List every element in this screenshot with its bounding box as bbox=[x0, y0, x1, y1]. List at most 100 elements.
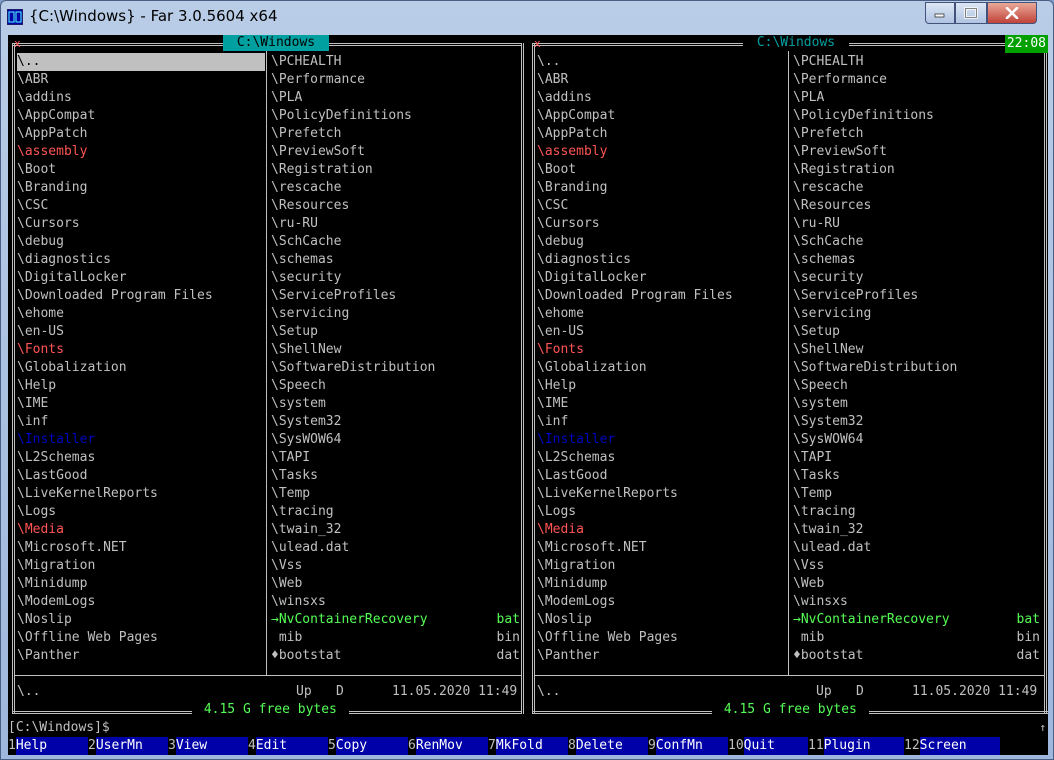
file-list-item[interactable]: \Vss bbox=[793, 557, 1043, 575]
file-list-item[interactable]: \L2Schemas bbox=[537, 449, 787, 467]
file-list-item[interactable]: \Cursors bbox=[17, 215, 265, 233]
file-list-item[interactable]: \ShellNew bbox=[271, 341, 521, 359]
right-panel-path[interactable]: C:\Windows bbox=[743, 35, 849, 51]
file-list-item[interactable]: \tracing bbox=[793, 503, 1043, 521]
file-list-item[interactable]: \Speech bbox=[793, 377, 1043, 395]
file-list-item[interactable]: \schemas bbox=[271, 251, 521, 269]
file-list-item[interactable]: \tracing bbox=[271, 503, 521, 521]
file-list-item[interactable]: \Logs bbox=[537, 503, 787, 521]
file-list-item[interactable]: \Branding bbox=[537, 179, 787, 197]
file-list-item[interactable]: \addins bbox=[17, 89, 265, 107]
file-list-item[interactable]: \Fonts bbox=[17, 341, 265, 359]
file-list-item[interactable]: \IME bbox=[17, 395, 265, 413]
file-list-item[interactable]: \PCHEALTH bbox=[271, 53, 521, 71]
file-list-item[interactable]: \PLA bbox=[793, 89, 1043, 107]
file-list-item[interactable]: ♦bootstat bbox=[793, 647, 1043, 665]
file-list-item[interactable]: \Panther bbox=[17, 647, 265, 665]
file-list-item[interactable]: \debug bbox=[537, 233, 787, 251]
file-list-item[interactable]: \Tasks bbox=[793, 467, 1043, 485]
maximize-button[interactable] bbox=[955, 2, 987, 24]
file-list-item[interactable]: \twain_32 bbox=[271, 521, 521, 539]
left-panel-close-box[interactable]: x bbox=[14, 38, 21, 49]
file-list-item[interactable]: \Web bbox=[793, 575, 1043, 593]
file-list-item[interactable]: \Minidump bbox=[537, 575, 787, 593]
title-bar[interactable]: {C:\Windows} - Far 3.0.5604 x64 bbox=[1, 1, 1053, 33]
file-list-item[interactable]: \en-US bbox=[17, 323, 265, 341]
file-list-item[interactable]: \TAPI bbox=[271, 449, 521, 467]
file-list-item[interactable]: \SoftwareDistribution bbox=[793, 359, 1043, 377]
file-list-item[interactable]: \Microsoft.NET bbox=[537, 539, 787, 557]
file-list-item[interactable]: \AppCompat bbox=[17, 107, 265, 125]
file-list-item[interactable]: \SoftwareDistribution bbox=[271, 359, 521, 377]
fkey-usermn[interactable]: 2 UserMn bbox=[88, 737, 168, 755]
file-list-item[interactable]: \Performance bbox=[271, 71, 521, 89]
fkey-view[interactable]: 3 View bbox=[168, 737, 248, 755]
file-list-item[interactable]: \LastGood bbox=[17, 467, 265, 485]
file-list-item[interactable]: \Globalization bbox=[17, 359, 265, 377]
file-list-item[interactable]: →NvContainerRecovery bbox=[271, 611, 521, 629]
file-list-item[interactable]: \Migration bbox=[537, 557, 787, 575]
file-list-item[interactable]: \SchCache bbox=[271, 233, 521, 251]
file-list-item[interactable]: \SysWOW64 bbox=[793, 431, 1043, 449]
file-list-item[interactable]: \Media bbox=[537, 521, 787, 539]
file-list-item[interactable]: \Registration bbox=[793, 161, 1043, 179]
file-list-item[interactable]: \ehome bbox=[537, 305, 787, 323]
file-list-item[interactable]: \Globalization bbox=[537, 359, 787, 377]
file-list-item[interactable]: \rescache bbox=[793, 179, 1043, 197]
file-list-item[interactable]: \LiveKernelReports bbox=[17, 485, 265, 503]
right-panel-close-box[interactable]: x bbox=[534, 38, 541, 49]
file-list-item[interactable]: \ServiceProfiles bbox=[271, 287, 521, 305]
file-list-item[interactable]: \winsxs bbox=[271, 593, 521, 611]
file-list-item[interactable]: \Microsoft.NET bbox=[17, 539, 265, 557]
file-list-item[interactable]: \AppCompat bbox=[537, 107, 787, 125]
file-list-item[interactable]: \Vss bbox=[271, 557, 521, 575]
file-list-item[interactable]: \servicing bbox=[793, 305, 1043, 323]
file-list-item[interactable]: \assembly bbox=[17, 143, 265, 161]
file-list-item[interactable]: \Resources bbox=[271, 197, 521, 215]
file-list-item[interactable]: \Downloaded Program Files bbox=[17, 287, 265, 305]
file-list-item[interactable]: \winsxs bbox=[793, 593, 1043, 611]
file-list-item[interactable]: \Speech bbox=[271, 377, 521, 395]
file-list-item[interactable]: \addins bbox=[537, 89, 787, 107]
file-list-item[interactable]: \AppPatch bbox=[537, 125, 787, 143]
file-list-item[interactable]: \Downloaded Program Files bbox=[537, 287, 787, 305]
file-list-item[interactable]: \PreviewSoft bbox=[271, 143, 521, 161]
file-list-item[interactable]: mib bbox=[793, 629, 1043, 647]
file-list-item[interactable]: \L2Schemas bbox=[17, 449, 265, 467]
file-list-item[interactable]: \System32 bbox=[271, 413, 521, 431]
fkey-plugin[interactable]: 11 Plugin bbox=[808, 737, 904, 755]
file-list-item[interactable]: \PCHEALTH bbox=[793, 53, 1043, 71]
file-list-item[interactable]: \servicing bbox=[271, 305, 521, 323]
file-list-item[interactable]: \SchCache bbox=[793, 233, 1043, 251]
file-list-item[interactable]: \Minidump bbox=[17, 575, 265, 593]
file-list-item[interactable]: \Noslip bbox=[537, 611, 787, 629]
file-list-item[interactable]: \CSC bbox=[17, 197, 265, 215]
file-list-item[interactable]: \Logs bbox=[17, 503, 265, 521]
fkey-quit[interactable]: 10 Quit bbox=[728, 737, 808, 755]
file-list-item[interactable]: \assembly bbox=[537, 143, 787, 161]
file-list-item[interactable]: \security bbox=[793, 269, 1043, 287]
file-list-item[interactable]: \Noslip bbox=[17, 611, 265, 629]
file-list-item[interactable]: \PLA bbox=[271, 89, 521, 107]
file-list-item[interactable]: \Fonts bbox=[537, 341, 787, 359]
close-button[interactable] bbox=[987, 2, 1037, 24]
file-list-item[interactable]: \Help bbox=[537, 377, 787, 395]
file-list-item[interactable]: \ehome bbox=[17, 305, 265, 323]
fkey-renmov[interactable]: 6 RenMov bbox=[408, 737, 488, 755]
fkey-confmn[interactable]: 9 ConfMn bbox=[648, 737, 728, 755]
file-list-item[interactable]: \ModemLogs bbox=[17, 593, 265, 611]
file-list-item[interactable]: \Tasks bbox=[271, 467, 521, 485]
file-list-item[interactable]: \ShellNew bbox=[793, 341, 1043, 359]
file-list-item[interactable]: ♦bootstat bbox=[271, 647, 521, 665]
file-list-item[interactable]: \Panther bbox=[537, 647, 787, 665]
file-list-item[interactable]: \ServiceProfiles bbox=[793, 287, 1043, 305]
command-line[interactable]: [C:\Windows]$ bbox=[8, 719, 110, 737]
console-area[interactable]: x C:\Windows \.. \ABR \addins \AppCompat \Ap… bbox=[8, 35, 1048, 755]
file-list-item[interactable]: \.. bbox=[537, 53, 787, 71]
file-list-item[interactable]: \debug bbox=[17, 233, 265, 251]
file-list-item[interactable]: \Performance bbox=[793, 71, 1043, 89]
file-list-item[interactable]: \TAPI bbox=[793, 449, 1043, 467]
file-list-item[interactable]: \Media bbox=[17, 521, 265, 539]
file-list-item[interactable]: \security bbox=[271, 269, 521, 287]
file-list-item[interactable]: \DigitalLocker bbox=[17, 269, 265, 287]
